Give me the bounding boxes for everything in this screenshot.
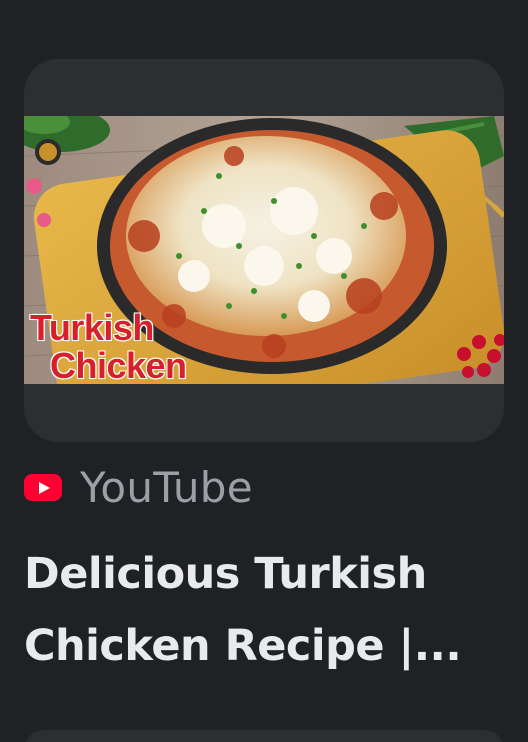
video-thumbnail[interactable]: Turkish Chicken xyxy=(24,116,504,384)
youtube-icon xyxy=(24,473,62,501)
search-results-page: Turkish Chicken YouTube Delicious Turkis… xyxy=(0,0,528,742)
result-title[interactable]: Delicious Turkish Chicken Recipe |... xyxy=(24,538,514,682)
thumbnail-overlay-text-1: Turkish xyxy=(29,307,155,348)
next-result-card[interactable] xyxy=(24,730,504,742)
result-source[interactable]: YouTube xyxy=(24,462,253,512)
video-result-card[interactable]: Turkish Chicken xyxy=(24,59,504,442)
thumbnail-overlay-text-2: Chicken xyxy=(49,345,188,385)
source-name: YouTube xyxy=(80,462,253,512)
